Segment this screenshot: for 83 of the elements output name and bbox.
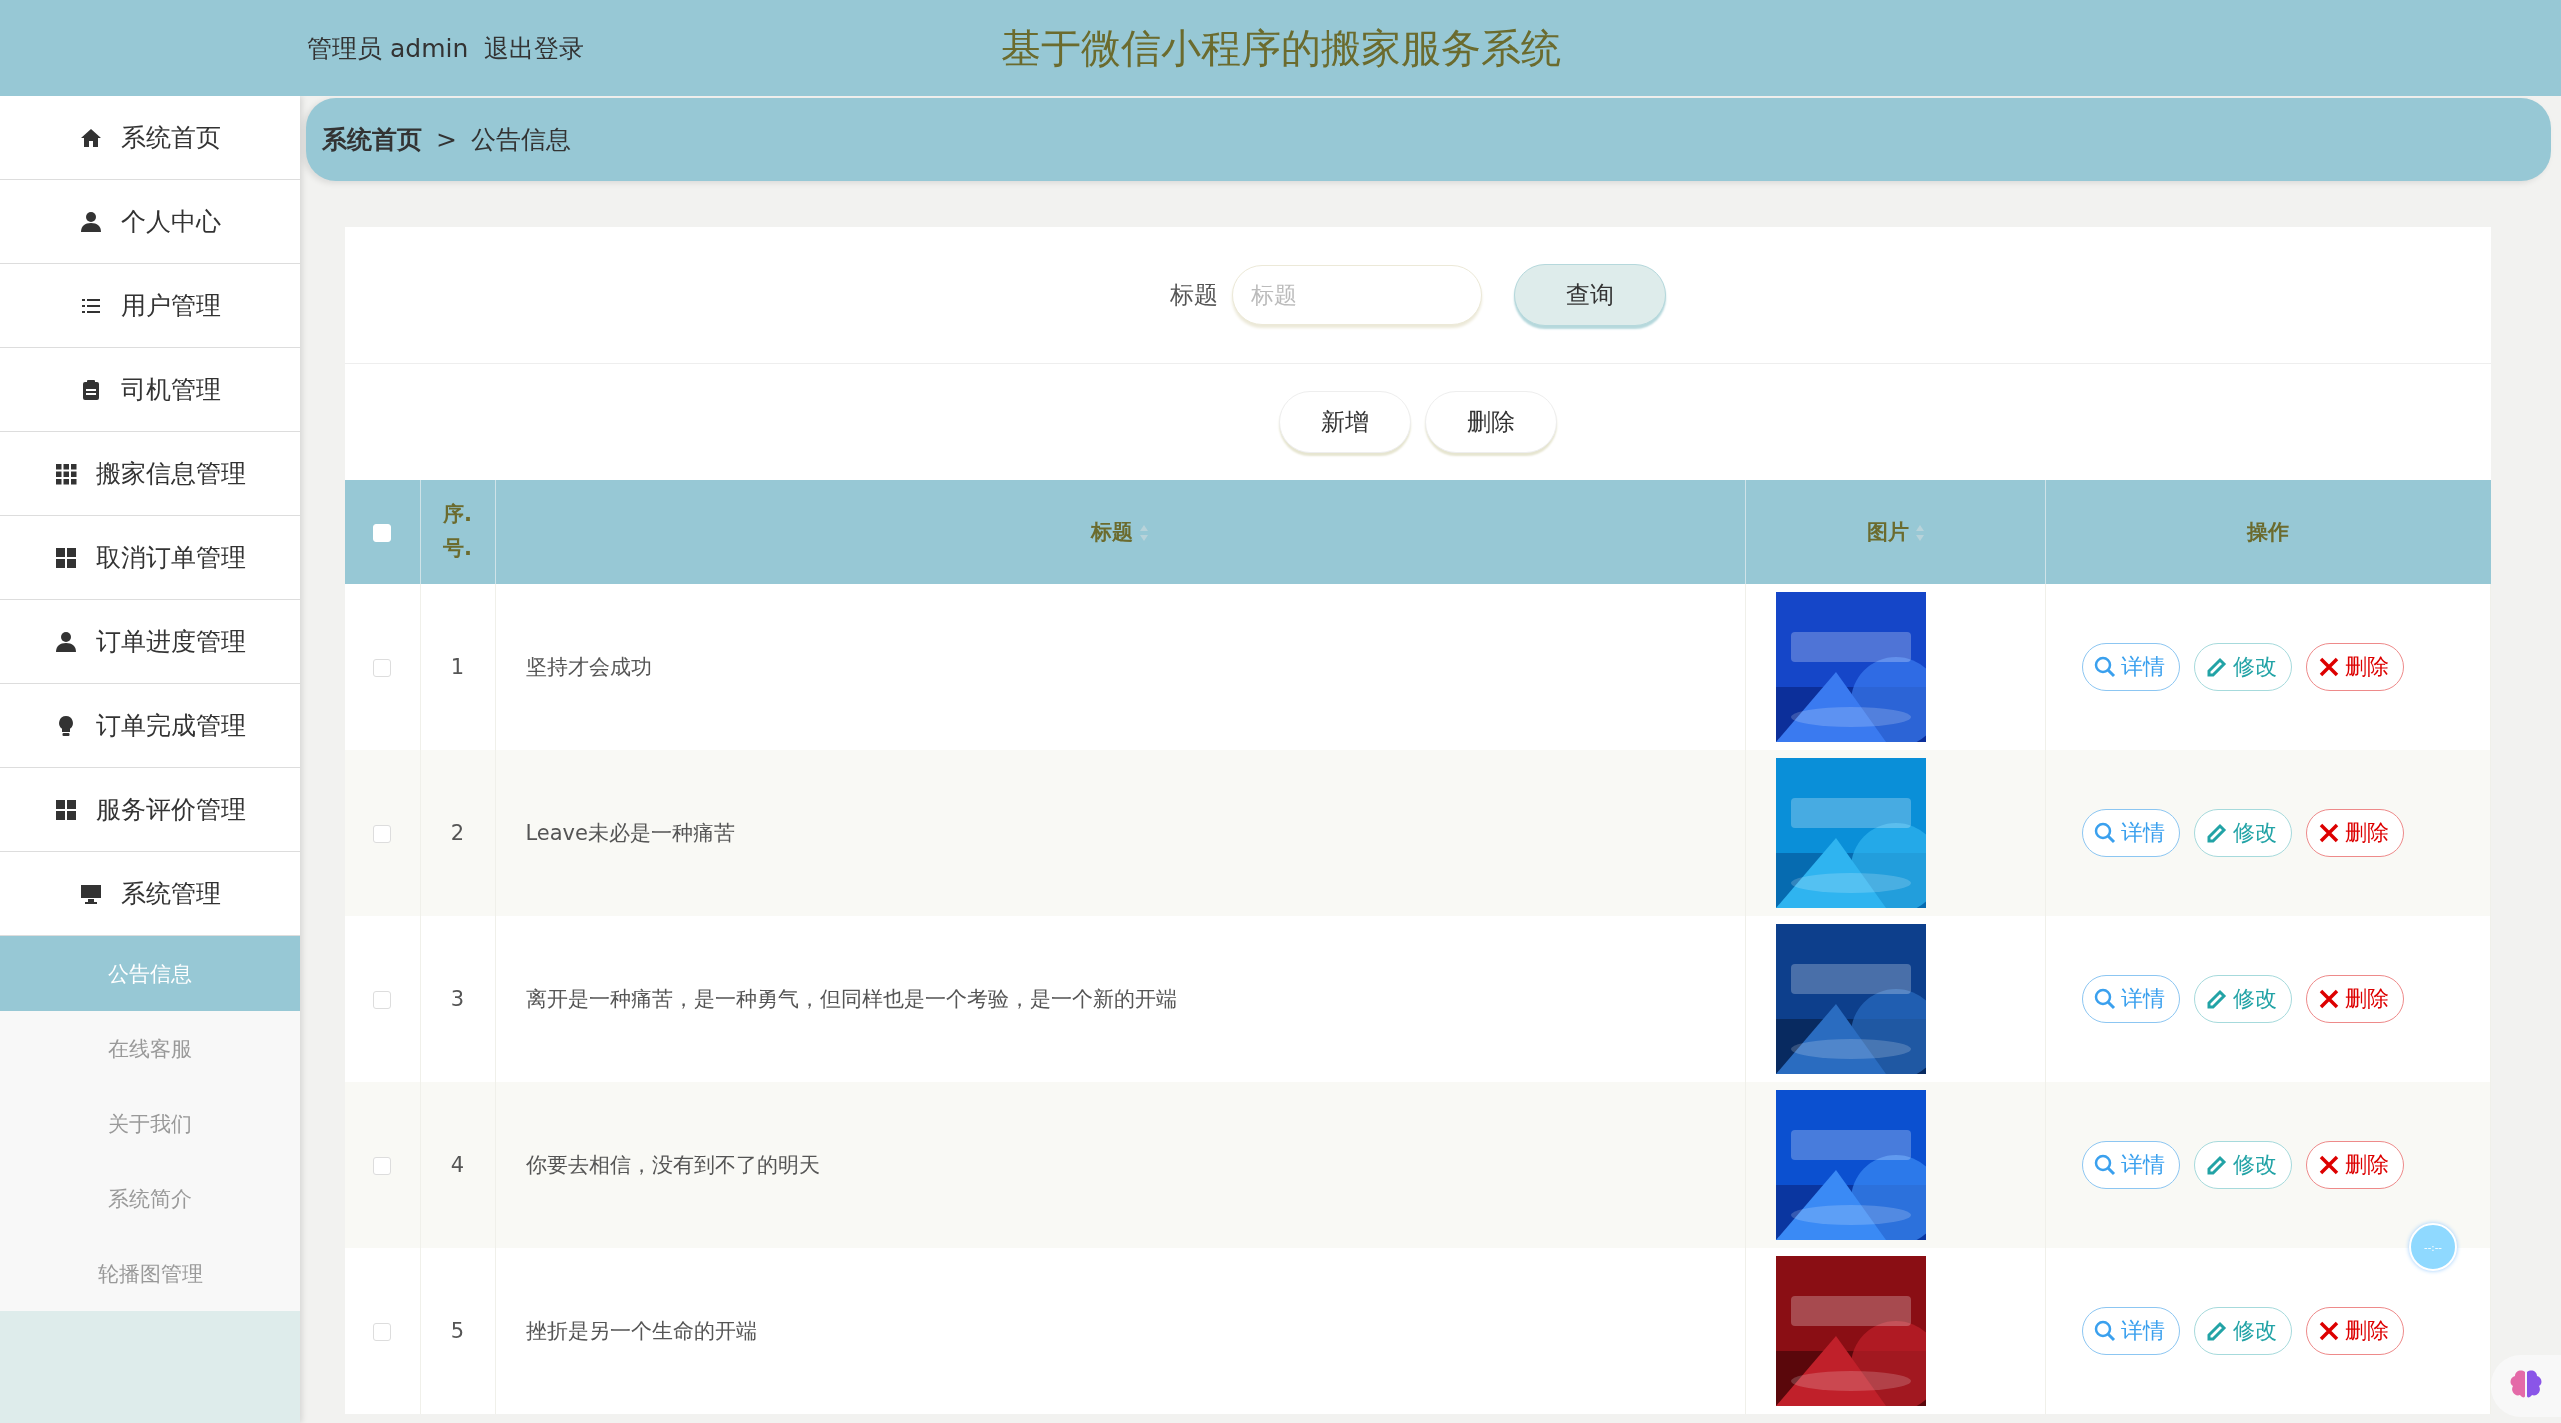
sidebar-item[interactable]: 服务评价管理 <box>0 768 300 852</box>
edit-button[interactable]: 修改 <box>2194 1141 2292 1189</box>
breadcrumb-link[interactable]: 系统首页 <box>322 123 422 156</box>
sidebar-item[interactable]: 订单完成管理 <box>0 684 300 768</box>
pencil-icon <box>2205 1319 2229 1343</box>
notice-title: 你要去相信，没有到不了的明天 <box>525 1153 820 1177</box>
grid-icon <box>54 461 78 486</box>
sidebar-item[interactable]: 个人中心 <box>0 180 300 264</box>
breadcrumb-separator: > <box>436 125 457 154</box>
notice-title: 离开是一种痛苦，是一种勇气，但同样也是一个考验，是一个新的开端 <box>525 987 1177 1011</box>
add-button[interactable]: 新增 <box>1279 391 1411 453</box>
row-index: 2 <box>450 821 465 845</box>
close-icon <box>2317 821 2341 845</box>
grid-icon <box>54 797 78 822</box>
row-checkbox[interactable] <box>373 825 392 843</box>
search-icon <box>2093 655 2117 679</box>
notice-title: 挫折是另一个生命的开端 <box>525 1319 757 1343</box>
row-checkbox[interactable] <box>373 991 392 1009</box>
row-index: 5 <box>450 1319 465 1343</box>
notice-title: 坚持才会成功 <box>525 655 652 679</box>
assistant-button[interactable] <box>2491 1355 2561 1417</box>
sidebar-subitem[interactable]: 关于我们 <box>0 1086 300 1161</box>
detail-button[interactable]: 详情 <box>2082 643 2180 691</box>
delete-button[interactable]: 删除 <box>2306 1141 2404 1189</box>
delete-button[interactable]: 删除 <box>2306 1307 2404 1355</box>
close-icon <box>2317 655 2341 679</box>
search-icon <box>2093 1153 2117 1177</box>
sidebar-subitem[interactable]: 在线客服 <box>0 1011 300 1086</box>
sidebar-subitem[interactable]: 轮播图管理 <box>0 1236 300 1311</box>
edit-button[interactable]: 修改 <box>2194 975 2292 1023</box>
search-label: 标题 <box>1170 280 1218 311</box>
detail-button[interactable]: 详情 <box>2082 1307 2180 1355</box>
delete-button[interactable]: 删除 <box>2306 975 2404 1023</box>
pencil-icon <box>2205 655 2229 679</box>
column-header[interactable]: 标题 <box>1091 520 1134 544</box>
detail-button[interactable]: 详情 <box>2082 809 2180 857</box>
sidebar-item[interactable]: 司机管理 <box>0 348 300 432</box>
delete-button[interactable]: 删除 <box>1425 391 1557 453</box>
pencil-icon <box>2205 821 2229 845</box>
sidebar-subitem[interactable]: 系统简介 <box>0 1161 300 1236</box>
search-icon <box>2093 987 2117 1011</box>
column-header[interactable]: 图片 <box>1866 520 1909 544</box>
delete-button[interactable]: 删除 <box>2306 643 2404 691</box>
sort-icon[interactable] <box>1139 524 1150 542</box>
row-checkbox[interactable] <box>373 659 392 677</box>
grid-icon <box>54 545 78 570</box>
sidebar-item[interactable]: 订单进度管理 <box>0 600 300 684</box>
detail-button[interactable]: 详情 <box>2082 975 2180 1023</box>
edit-button[interactable]: 修改 <box>2194 809 2292 857</box>
row-index: 1 <box>450 655 465 679</box>
edit-button[interactable]: 修改 <box>2194 1307 2292 1355</box>
row-checkbox[interactable] <box>373 1323 392 1341</box>
row-index: 3 <box>450 987 465 1011</box>
search-icon <box>2093 821 2117 845</box>
admin-label: 管理员 admin <box>307 32 469 65</box>
pencil-icon <box>2205 987 2229 1011</box>
user-icon <box>79 209 103 234</box>
column-header: 操作 <box>2247 520 2290 544</box>
detail-button[interactable]: 详情 <box>2082 1141 2180 1189</box>
search-button[interactable]: 查询 <box>1514 264 1666 326</box>
close-icon <box>2317 987 2341 1011</box>
search-field[interactable]: 标题 <box>1232 265 1482 325</box>
column-header: 序.号. <box>442 501 473 562</box>
sidebar-item[interactable]: 搬家信息管理 <box>0 432 300 516</box>
close-icon <box>2317 1153 2341 1177</box>
pencil-icon <box>2205 1153 2229 1177</box>
select-all-checkbox[interactable] <box>373 524 392 542</box>
edit-button[interactable]: 修改 <box>2194 643 2292 691</box>
notice-title: Leave未必是一种痛苦 <box>525 821 735 845</box>
close-icon <box>2317 1319 2341 1343</box>
app-title: 基于微信小程序的搬家服务系统 <box>1000 24 1561 71</box>
row-index: 4 <box>450 1153 465 1177</box>
sidebar-item[interactable]: 用户管理 <box>0 264 300 348</box>
search-icon <box>2093 1319 2117 1343</box>
sort-icon[interactable] <box>1914 524 1925 542</box>
row-checkbox[interactable] <box>373 1157 392 1175</box>
logout-link[interactable]: 退出登录 <box>484 31 585 65</box>
user-icon <box>54 629 78 654</box>
sidebar-item[interactable]: 系统首页 <box>0 96 300 180</box>
breadcrumb-current: 公告信息 <box>470 124 571 156</box>
sidebar-item[interactable]: 系统管理 <box>0 852 300 936</box>
delete-button[interactable]: 删除 <box>2306 809 2404 857</box>
sidebar-item[interactable]: 取消订单管理 <box>0 516 300 600</box>
